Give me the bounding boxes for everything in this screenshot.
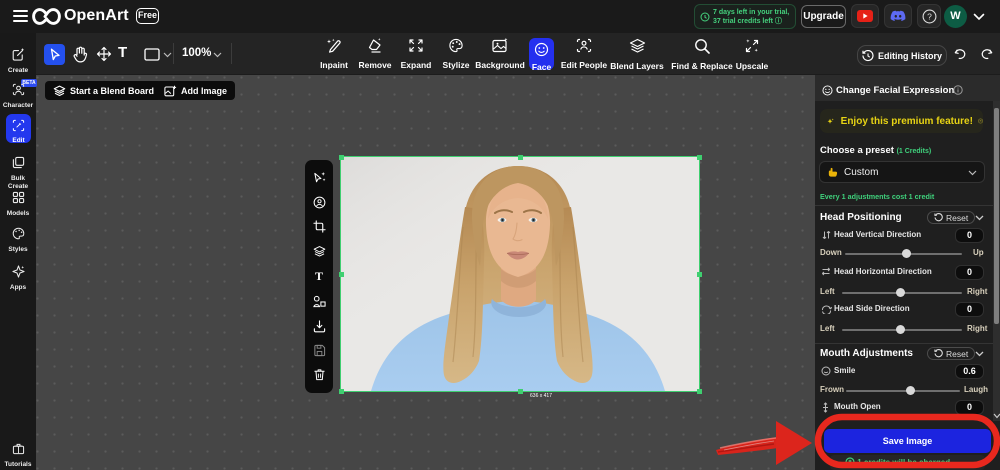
svg-text:?: ?: [927, 11, 932, 21]
